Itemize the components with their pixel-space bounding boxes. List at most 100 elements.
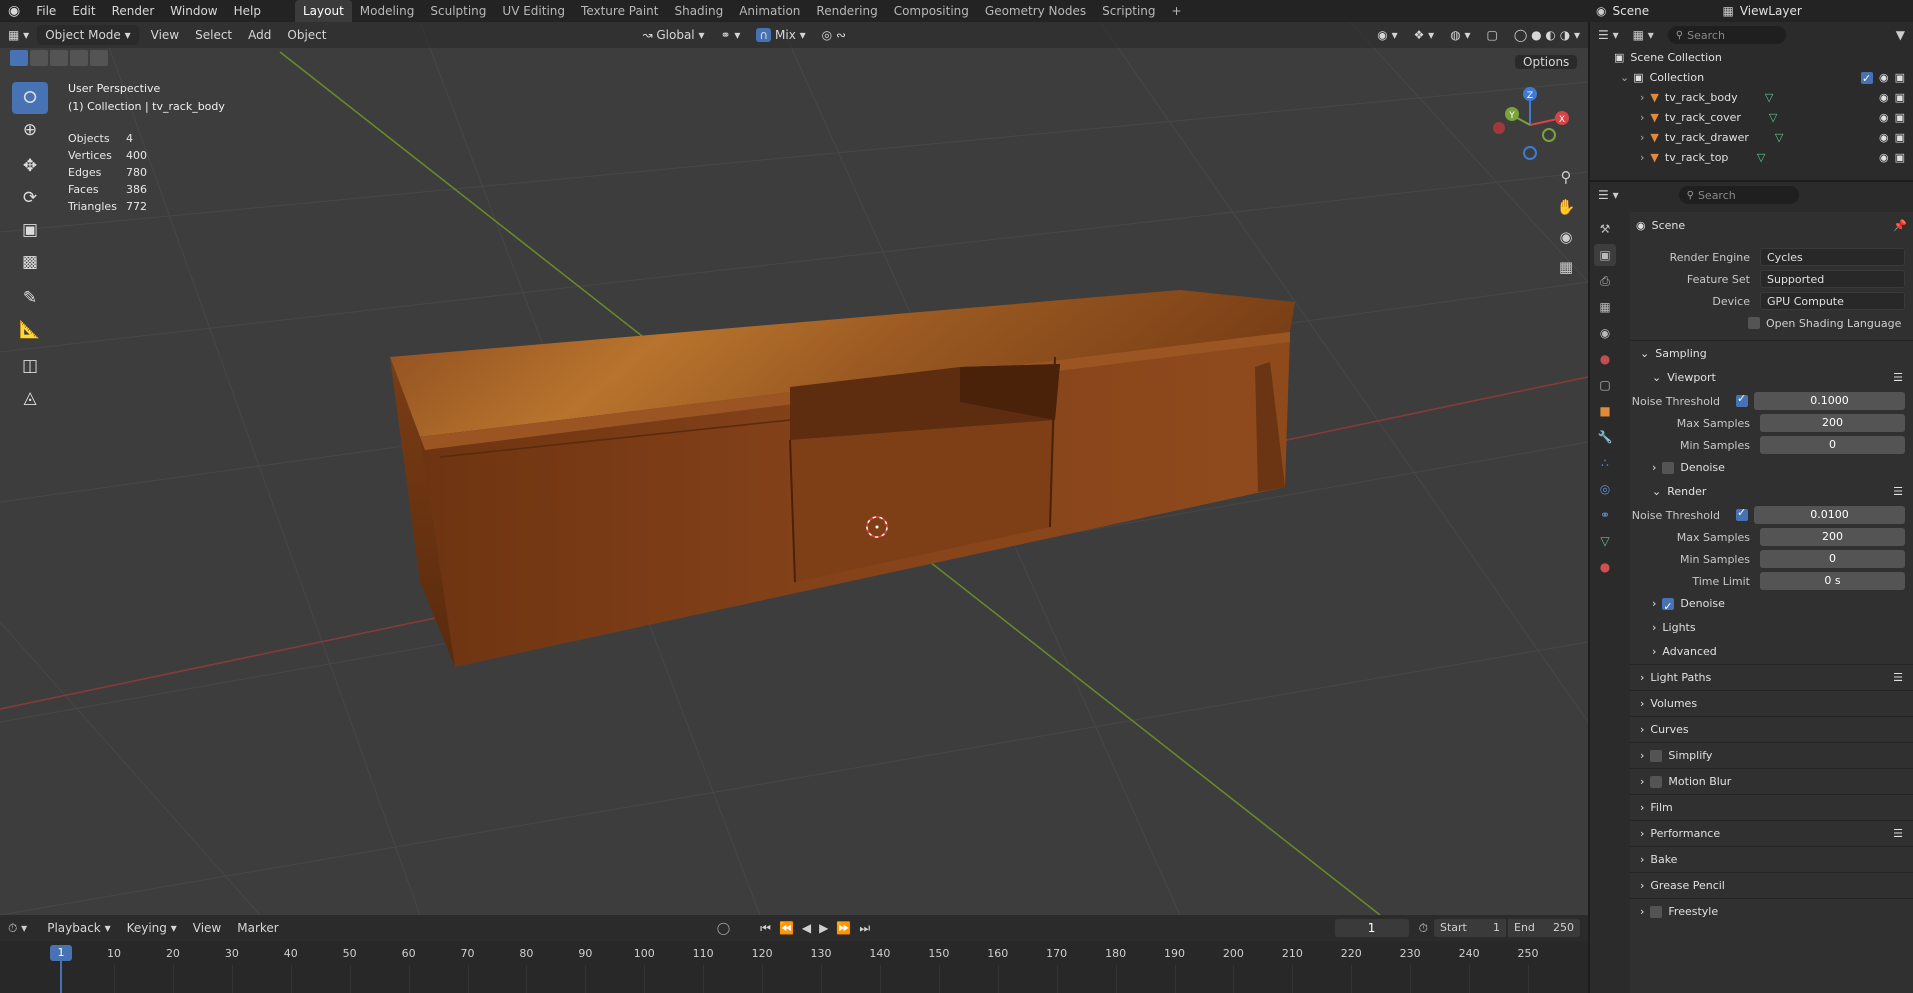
motion-blur-panel[interactable]: › Motion Blur <box>1630 768 1913 794</box>
tv-rack-object[interactable] <box>390 290 1295 667</box>
snap-toggle[interactable]: ∩ Mix ▾ <box>748 25 813 45</box>
move-tool-icon[interactable]: ✥ <box>12 150 48 182</box>
menu-playback[interactable]: Playback ▾ <box>39 918 118 938</box>
scene-name[interactable]: Scene <box>1612 4 1702 18</box>
menu-add[interactable]: Add <box>240 25 279 45</box>
annotate-tool-icon[interactable]: ✎ <box>12 282 48 314</box>
stopwatch-icon[interactable]: ⏱ <box>1419 921 1428 936</box>
tab-sculpting[interactable]: Sculpting <box>422 0 494 22</box>
eye-icon[interactable]: ◉ <box>1879 68 1889 88</box>
expand-icon[interactable]: › <box>1640 148 1644 168</box>
preset-list-icon[interactable]: ☰ <box>1893 821 1903 847</box>
r-time-field[interactable]: 0 s <box>1760 572 1905 590</box>
visibility-icon[interactable]: ◉ ▾ <box>1369 25 1405 45</box>
outliner-search[interactable]: ⚲ Search <box>1667 26 1786 44</box>
menu-view[interactable]: View <box>143 25 187 45</box>
eye-icon[interactable]: ◉ <box>1879 148 1889 168</box>
tab-uv-editing[interactable]: UV Editing <box>494 0 573 22</box>
start-frame-field[interactable]: Start 1 <box>1434 919 1506 937</box>
curves-panel[interactable]: › Curves <box>1630 716 1913 742</box>
options-button[interactable]: Options <box>1515 52 1581 72</box>
add-cube-tool-icon[interactable]: ◫ <box>12 350 48 382</box>
tab-compositing[interactable]: Compositing <box>886 0 977 22</box>
vp-denoise-subpanel[interactable]: › Denoise <box>1630 456 1913 480</box>
camera-icon[interactable]: ▣ <box>1895 68 1905 88</box>
pin-icon[interactable]: 📌 <box>1893 219 1907 232</box>
modifier-tab-icon[interactable]: 🔧 <box>1594 426 1616 448</box>
shading-mode-icons[interactable]: ◯ ● ◐ ◑ ▾ <box>1506 25 1588 45</box>
r-denoise-checkbox[interactable] <box>1662 595 1675 619</box>
tab-layout[interactable]: Layout <box>294 0 352 22</box>
constraints-tab-icon[interactable]: ⚭ <box>1594 504 1616 526</box>
display-mode-icon[interactable]: ▦ ▾ <box>1633 28 1654 42</box>
scene-icon[interactable]: ◉ <box>1596 4 1606 18</box>
ortho-grid-icon[interactable]: ▦ <box>1552 258 1580 288</box>
menu-file[interactable]: File <box>28 0 64 22</box>
tab-geometry-nodes[interactable]: Geometry Nodes <box>977 0 1094 22</box>
playhead-indicator[interactable]: 1 <box>50 945 72 961</box>
expand-icon[interactable]: › <box>1640 108 1644 128</box>
preset-list-icon[interactable]: ☰ <box>1893 480 1903 504</box>
menu-help[interactable]: Help <box>226 0 269 22</box>
r-noise-field[interactable]: 0.0100 <box>1754 506 1905 524</box>
simplify-panel[interactable]: › Simplify <box>1630 742 1913 768</box>
outliner-item-tv-rack-cover[interactable]: › ▼ tv_rack_cover ▽ ◉ ▣ <box>1590 108 1913 128</box>
vp-denoise-checkbox[interactable] <box>1662 462 1675 474</box>
expand-icon[interactable]: › <box>1640 128 1644 148</box>
menu-marker[interactable]: Marker <box>229 918 286 938</box>
tool-tab-icon[interactable]: ⚒ <box>1594 218 1616 240</box>
performance-panel[interactable]: › Performance ☰ <box>1630 820 1913 846</box>
vp-noise-checkbox[interactable] <box>1736 392 1748 407</box>
outliner-item-tv-rack-drawer[interactable]: › ▼ tv_rack_drawer ▽ ◉ ▣ <box>1590 128 1913 148</box>
tab-modeling[interactable]: Modeling <box>352 0 423 22</box>
tab-texture-paint[interactable]: Texture Paint <box>573 0 666 22</box>
filter-icon[interactable]: ▼ <box>1896 28 1905 42</box>
vp-noise-field[interactable]: 0.1000 <box>1754 392 1905 410</box>
select-new-icon[interactable] <box>10 50 28 66</box>
collection-checkbox[interactable] <box>1860 69 1873 89</box>
lights-subpanel[interactable]: › Lights <box>1630 616 1913 640</box>
motion-blur-checkbox[interactable] <box>1650 775 1663 788</box>
menu-keying[interactable]: Keying ▾ <box>119 918 185 938</box>
pivot-point-icon[interactable]: ⚭ ▾ <box>712 25 748 45</box>
rotate-tool-icon[interactable]: ⟳ <box>12 182 48 214</box>
render-engine-dropdown[interactable]: Cycles <box>1760 248 1905 266</box>
jump-end-icon[interactable]: ⏭ <box>859 921 870 936</box>
object-mode-dropdown[interactable]: Object Mode ▾ <box>37 25 139 45</box>
jump-start-icon[interactable]: ⏮ <box>760 921 771 936</box>
prev-keyframe-icon[interactable]: ⏪ <box>779 921 794 935</box>
r-denoise-subpanel[interactable]: › Denoise <box>1630 592 1913 619</box>
r-max-field[interactable]: 200 <box>1760 528 1905 546</box>
overlays-toggle-icon[interactable]: ◍ ▾ <box>1442 25 1478 45</box>
properties-search[interactable]: ⚲ Search <box>1678 186 1799 204</box>
proportional-edit-icon[interactable]: ◎ ∾ <box>814 25 854 45</box>
volumes-panel[interactable]: › Volumes <box>1630 690 1913 716</box>
select-subtract-icon[interactable] <box>50 50 68 66</box>
viewlayer-name[interactable]: ViewLayer <box>1740 4 1802 18</box>
world-tab-icon[interactable]: ● <box>1594 348 1616 370</box>
transform-orientation-dropdown[interactable]: ↝ Global ▾ <box>634 25 712 45</box>
output-tab-icon[interactable]: ⎙ <box>1594 270 1616 292</box>
light-paths-panel[interactable]: › Light Paths ☰ <box>1630 664 1913 690</box>
osl-checkbox[interactable] <box>1748 317 1760 329</box>
menu-render[interactable]: Render <box>104 0 163 22</box>
physics-tab-icon[interactable]: ◎ <box>1594 478 1616 500</box>
advanced-subpanel[interactable]: › Advanced <box>1630 640 1913 664</box>
select-box-tool-icon[interactable]: ⭘ <box>12 82 48 114</box>
xray-toggle-icon[interactable]: ▢ <box>1479 25 1506 45</box>
outliner-item-tv-rack-top[interactable]: › ▼ tv_rack_top ▽ ◉ ▣ <box>1590 148 1913 168</box>
outliner-item-tv-rack-body[interactable]: › ▼ tv_rack_body ▽ ◉ ▣ <box>1590 88 1913 108</box>
collection-tab-icon[interactable]: ▢ <box>1594 374 1616 396</box>
freestyle-panel[interactable]: › Freestyle <box>1630 898 1913 924</box>
menu-view[interactable]: View <box>185 918 229 938</box>
tab-rendering[interactable]: Rendering <box>808 0 885 22</box>
feature-set-dropdown[interactable]: Supported <box>1760 270 1905 288</box>
simplify-checkbox[interactable] <box>1650 749 1663 762</box>
scene-tab-icon[interactable]: ◉ <box>1594 322 1616 344</box>
select-invert-icon[interactable] <box>70 50 88 66</box>
viewport-subpanel-header[interactable]: ⌄ Viewport ☰ <box>1630 366 1913 390</box>
menu-edit[interactable]: Edit <box>64 0 103 22</box>
camera-icon[interactable]: ▣ <box>1895 128 1905 148</box>
preset-list-icon[interactable]: ☰ <box>1893 665 1903 691</box>
transform-tool-icon[interactable]: ▩ <box>12 246 48 278</box>
